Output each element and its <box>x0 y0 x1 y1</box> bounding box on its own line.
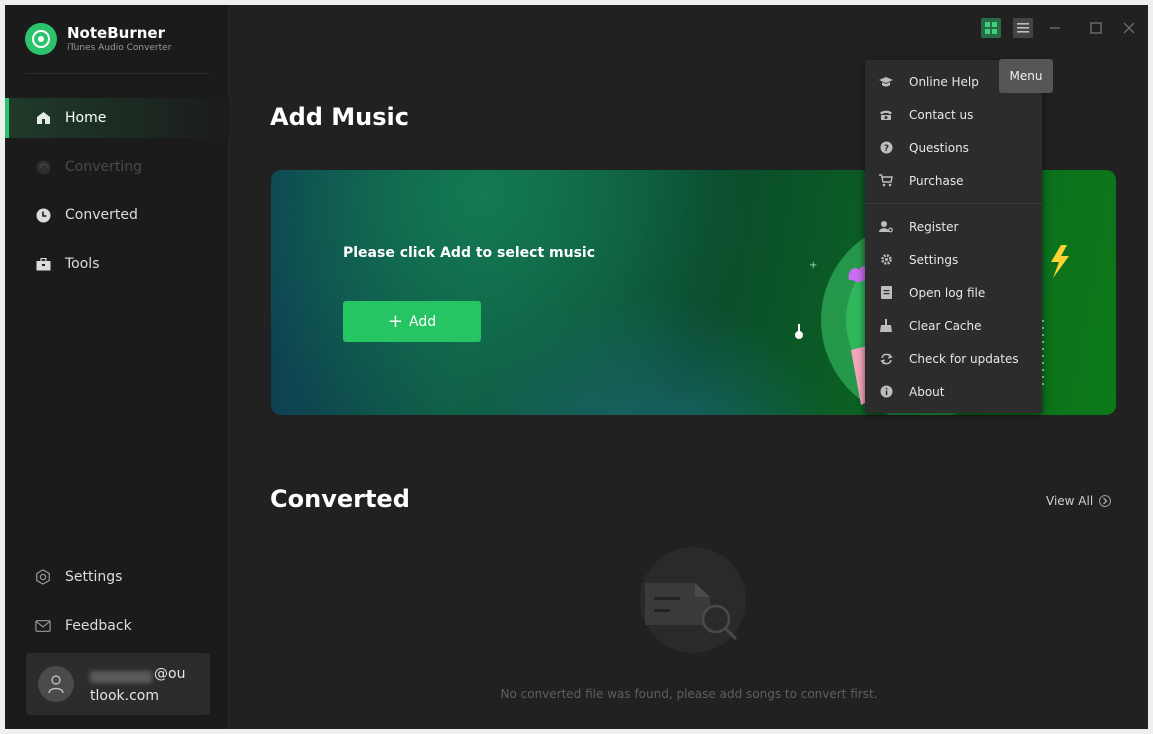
converted-title: Converted <box>270 485 410 513</box>
menu-tooltip: Menu <box>999 59 1053 93</box>
menu-item-label: About <box>909 384 945 399</box>
refresh-icon <box>879 352 893 366</box>
broom-icon <box>879 319 893 333</box>
sidebar-item-label: Tools <box>65 256 100 272</box>
sidebar: NoteBurner iTunes Audio Converter Home C… <box>5 5 229 729</box>
menu-item-label: Online Help <box>909 74 979 89</box>
sidebar-settings[interactable]: Settings <box>5 557 229 597</box>
mail-icon <box>35 618 51 634</box>
settings-icon <box>35 569 51 585</box>
file-icon <box>879 286 893 300</box>
apps-button[interactable] <box>981 18 1001 38</box>
svg-text:+: + <box>809 260 817 271</box>
minimize-button[interactable] <box>1045 18 1065 38</box>
maximize-button[interactable] <box>1086 18 1106 38</box>
menu-item-open-log-file[interactable]: Open log file <box>865 276 1042 309</box>
info-icon <box>879 385 893 399</box>
app-window: NoteBurner iTunes Audio Converter Home C… <box>5 5 1148 729</box>
menu-divider <box>865 203 1042 204</box>
banner-prompt: Please click Add to select music <box>343 245 595 261</box>
menu-item-contact-us[interactable]: Contact us <box>865 98 1042 131</box>
sidebar-item-label: Converted <box>65 207 138 223</box>
close-icon <box>1123 22 1135 34</box>
menu-item-label: Questions <box>909 140 969 155</box>
menu-item-label: Clear Cache <box>909 318 982 333</box>
empty-state-icon <box>640 547 746 653</box>
menu-item-purchase[interactable]: Purchase <box>865 164 1042 197</box>
menu-item-label: Purchase <box>909 173 964 188</box>
gear-icon <box>879 253 893 267</box>
menu-item-register[interactable]: Register <box>865 210 1042 243</box>
sidebar-item-converting: Converting <box>5 147 229 187</box>
menu-item-label: Contact us <box>909 107 974 122</box>
menu-button[interactable] <box>1013 18 1033 38</box>
menu-item-about[interactable]: About <box>865 375 1042 408</box>
menu-item-settings[interactable]: Settings <box>865 243 1042 276</box>
menu-item-label: Settings <box>909 252 959 267</box>
add-button-label: Add <box>408 313 437 330</box>
add-button[interactable]: + Add <box>343 301 481 342</box>
plus-icon: + <box>387 310 403 332</box>
hamburger-icon <box>1017 23 1029 33</box>
app-name: NoteBurner <box>67 24 165 42</box>
chevron-right-icon <box>1099 495 1112 507</box>
sidebar-item-tools[interactable]: Tools <box>5 244 229 284</box>
sidebar-feedback[interactable]: Feedback <box>5 606 229 646</box>
app-subtitle: iTunes Audio Converter <box>67 43 172 53</box>
menu-item-questions[interactable]: ? Questions <box>865 131 1042 164</box>
view-all-link[interactable]: View All <box>1046 494 1112 508</box>
converting-icon <box>35 159 51 175</box>
clock-icon <box>35 207 51 223</box>
phone-icon <box>879 108 893 122</box>
graduation-cap-icon <box>879 75 893 89</box>
minimize-icon <box>1050 27 1060 29</box>
main-menu-dropdown: Online Help Contact us ? Questions Purch… <box>865 60 1042 413</box>
app-logo-icon <box>25 23 57 55</box>
user-email-part2: tlook.com <box>90 688 159 704</box>
menu-item-label: Check for updates <box>909 351 1019 366</box>
home-icon <box>35 110 51 126</box>
sidebar-item-label: Settings <box>65 569 123 585</box>
menu-item-check-for-updates[interactable]: Check for updates <box>865 342 1042 375</box>
toolbox-icon <box>35 256 51 272</box>
divider <box>25 73 209 74</box>
avatar <box>38 666 74 702</box>
menu-item-label: Open log file <box>909 285 986 300</box>
maximize-icon <box>1090 22 1102 34</box>
question-icon: ? <box>879 141 893 155</box>
sidebar-item-label: Feedback <box>65 618 132 634</box>
key-user-icon <box>879 220 893 234</box>
cart-icon <box>879 174 893 188</box>
close-button[interactable] <box>1119 18 1139 38</box>
grid-icon <box>985 22 997 34</box>
svg-text:?: ? <box>883 144 888 154</box>
empty-state-text: No converted file was found, please add … <box>500 687 878 701</box>
menu-item-label: Register <box>909 219 959 234</box>
user-account-card[interactable]: @ou tlook.com <box>26 653 210 715</box>
sidebar-item-converted[interactable]: Converted <box>5 195 229 235</box>
brand: NoteBurner iTunes Audio Converter <box>25 23 171 55</box>
menu-item-clear-cache[interactable]: Clear Cache <box>865 309 1042 342</box>
sidebar-item-label: Home <box>65 110 107 126</box>
sidebar-item-label: Converting <box>65 159 143 175</box>
user-email-part1: @ou <box>154 666 186 682</box>
sidebar-item-home[interactable]: Home <box>5 98 229 138</box>
add-music-title: Add Music <box>270 103 409 131</box>
redacted-email <box>90 671 152 683</box>
view-all-label: View All <box>1046 494 1094 508</box>
